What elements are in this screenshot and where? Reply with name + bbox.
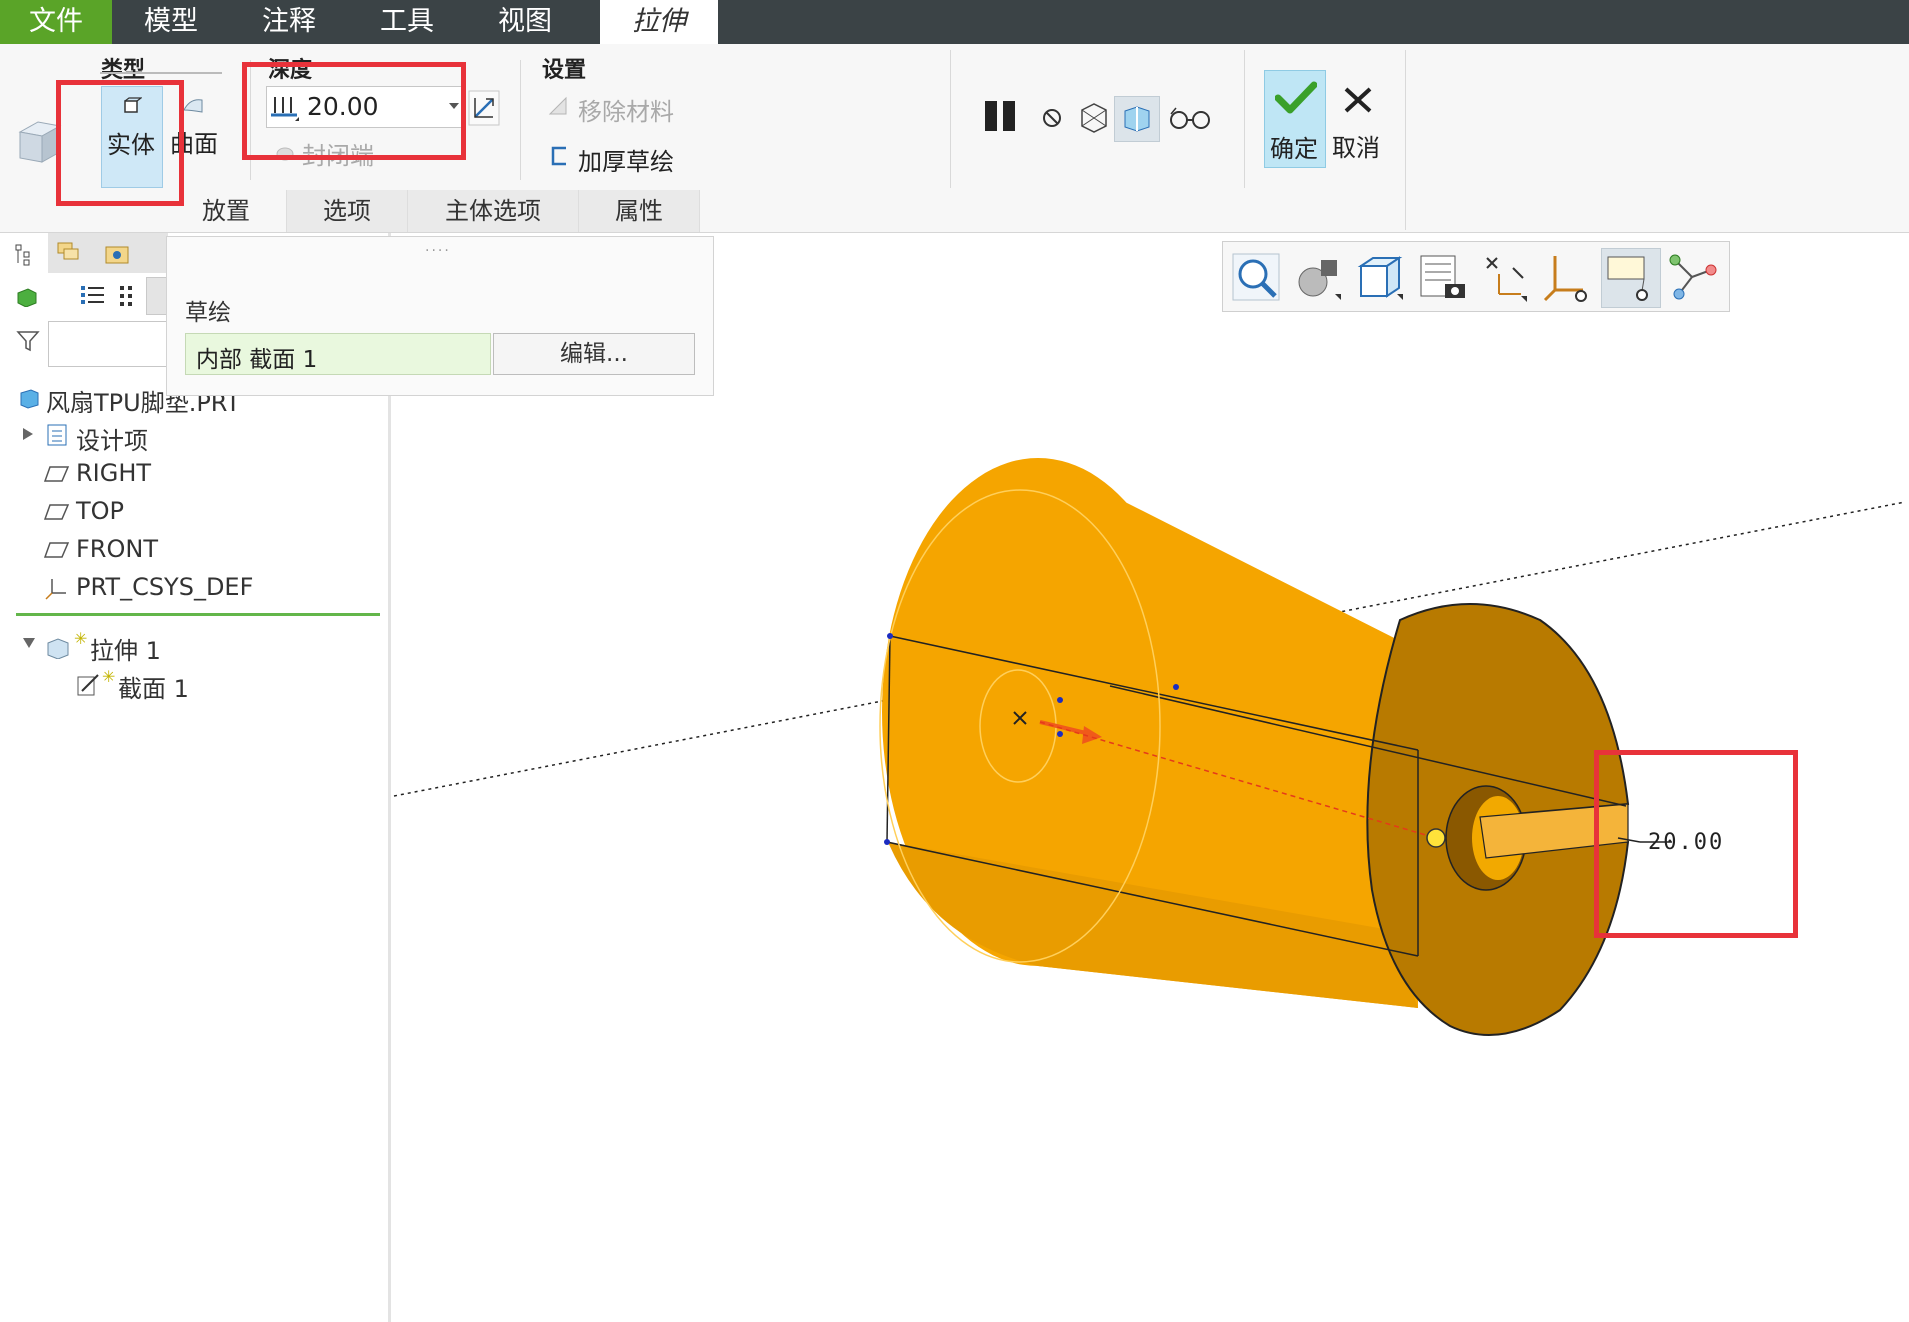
sketch-label: 草绘 bbox=[185, 300, 231, 326]
tab-placement[interactable]: 放置 bbox=[166, 190, 287, 232]
coordinate-system-icon bbox=[45, 579, 66, 600]
expand-arrow-icon[interactable] bbox=[22, 427, 34, 441]
new-feature-star-icon: ✳ bbox=[74, 629, 88, 648]
thicken-sketch-label[interactable]: 加厚草绘 bbox=[578, 142, 674, 177]
display-style-icon[interactable] bbox=[1291, 250, 1345, 304]
ok-label: 确定 bbox=[1270, 135, 1318, 163]
tree-label-front: FRONT bbox=[76, 535, 158, 563]
saved-orientations-icon[interactable] bbox=[1353, 250, 1407, 304]
tree-label-design-items: 设计项 bbox=[76, 427, 148, 455]
vertex bbox=[884, 839, 890, 845]
menu-tab-annotate[interactable]: 注释 bbox=[230, 0, 348, 44]
tree-item-extrude[interactable]: ✳ 拉伸 1 bbox=[18, 629, 378, 665]
settings-group-label: 设置 bbox=[542, 58, 587, 83]
menu-tab-model[interactable]: 模型 bbox=[112, 0, 230, 44]
tree-item-section[interactable]: ✳ 截面 1 bbox=[18, 667, 378, 703]
highlight-box-dimension bbox=[1594, 750, 1798, 938]
design-items-icon bbox=[47, 424, 67, 446]
separator bbox=[1244, 50, 1245, 188]
tree-label-csys: PRT_CSYS_DEF bbox=[76, 573, 254, 601]
highlight-box-depth bbox=[242, 62, 466, 160]
tree-label-top: TOP bbox=[76, 497, 125, 525]
tree-label-extrude: 拉伸 1 bbox=[90, 637, 161, 665]
menu-tab-file[interactable]: 文件 bbox=[0, 0, 112, 44]
cancel-button[interactable]: 取消 bbox=[1328, 70, 1388, 166]
tree-item-design-items[interactable]: 设计项 bbox=[18, 419, 378, 455]
panel-grip[interactable]: ···· bbox=[425, 243, 451, 259]
checkmark-icon bbox=[1275, 81, 1317, 114]
model-tree-panel: 风扇TPU脚垫.PRT 设计项 RIGHT TOP FRONT PRT_CSYS… bbox=[0, 233, 391, 1322]
tree-columns-icon[interactable] bbox=[118, 283, 136, 309]
model-tree-icon[interactable] bbox=[14, 243, 36, 269]
type-group-underline bbox=[100, 72, 222, 74]
extrude-icon bbox=[47, 638, 69, 659]
datum-plane-icon bbox=[44, 504, 70, 520]
datum-plane-icon bbox=[44, 542, 70, 558]
layers-icon[interactable] bbox=[56, 241, 84, 267]
part-icon bbox=[20, 389, 39, 409]
annotation-display-button[interactable] bbox=[1601, 248, 1661, 308]
view-toolbar bbox=[1222, 241, 1730, 312]
extruded-cylinder[interactable] bbox=[879, 458, 1630, 1036]
csys-display-icon[interactable] bbox=[1539, 250, 1593, 304]
datum-plane-icon bbox=[44, 466, 70, 482]
preview-feature-icon bbox=[1124, 106, 1150, 132]
vertex bbox=[1057, 697, 1063, 703]
new-feature-star-icon: ✳ bbox=[102, 667, 116, 686]
separator bbox=[520, 60, 521, 180]
verify-glasses-icon[interactable] bbox=[1168, 104, 1212, 132]
sketch-icon bbox=[77, 674, 99, 696]
highlight-box-solid bbox=[56, 80, 184, 206]
vertex bbox=[1057, 731, 1063, 737]
menu-tab-tools[interactable]: 工具 bbox=[348, 0, 466, 44]
no-preview-icon[interactable] bbox=[1040, 106, 1064, 130]
cancel-label: 取消 bbox=[1332, 134, 1380, 162]
flip-direction-icon[interactable] bbox=[468, 90, 500, 126]
tree-item-csys[interactable]: PRT_CSYS_DEF bbox=[18, 571, 378, 605]
tree-item-top[interactable]: TOP bbox=[18, 495, 378, 529]
pause-icon[interactable] bbox=[982, 98, 1020, 136]
separator bbox=[1405, 50, 1406, 230]
filter-icon[interactable] bbox=[16, 329, 40, 353]
remove-material-icon bbox=[548, 96, 567, 115]
tree-search-input[interactable] bbox=[48, 321, 170, 367]
show-icon[interactable] bbox=[16, 285, 38, 307]
tab-body-options[interactable]: 主体选项 bbox=[408, 190, 579, 232]
separator bbox=[950, 50, 951, 188]
menu-bar: 文件 模型 注释 工具 视图 拉伸 bbox=[0, 0, 1909, 44]
preview-geometry-icon[interactable] bbox=[1076, 100, 1110, 134]
tree-label-right: RIGHT bbox=[76, 459, 152, 487]
spin-center-icon[interactable] bbox=[1665, 250, 1719, 304]
datum-display-icon[interactable] bbox=[1477, 250, 1531, 304]
tab-properties[interactable]: 属性 bbox=[579, 190, 700, 232]
vertex bbox=[1173, 684, 1179, 690]
menu-tab-extrude[interactable]: 拉伸 bbox=[600, 0, 718, 44]
remove-material-label[interactable]: 移除材料 bbox=[578, 92, 674, 127]
annotation-display-icon bbox=[1607, 256, 1648, 301]
tree-filter-list-icon[interactable] bbox=[80, 283, 106, 309]
collapse-arrow-icon[interactable] bbox=[22, 637, 36, 649]
tree-item-front[interactable]: FRONT bbox=[18, 533, 378, 567]
zoom-icon[interactable] bbox=[1229, 250, 1283, 304]
view-manager-icon[interactable] bbox=[1415, 250, 1469, 304]
preview-feature-button[interactable] bbox=[1114, 96, 1160, 142]
insert-here-indicator[interactable] bbox=[16, 613, 380, 616]
tree-item-right[interactable]: RIGHT bbox=[18, 457, 378, 491]
menu-tab-view[interactable]: 视图 bbox=[466, 0, 584, 44]
ok-button[interactable]: 确定 bbox=[1264, 70, 1326, 168]
tree-label-section: 截面 1 bbox=[118, 675, 189, 703]
thicken-sketch-icon bbox=[551, 146, 566, 166]
sketch-collector-value: 内部 截面 1 bbox=[196, 347, 318, 373]
surface-icon bbox=[183, 99, 203, 113]
folder-icon[interactable] bbox=[104, 241, 132, 267]
depth-drag-handle[interactable] bbox=[1426, 828, 1446, 848]
vertex bbox=[887, 633, 893, 639]
close-icon bbox=[1344, 87, 1372, 113]
tab-options[interactable]: 选项 bbox=[287, 190, 408, 232]
